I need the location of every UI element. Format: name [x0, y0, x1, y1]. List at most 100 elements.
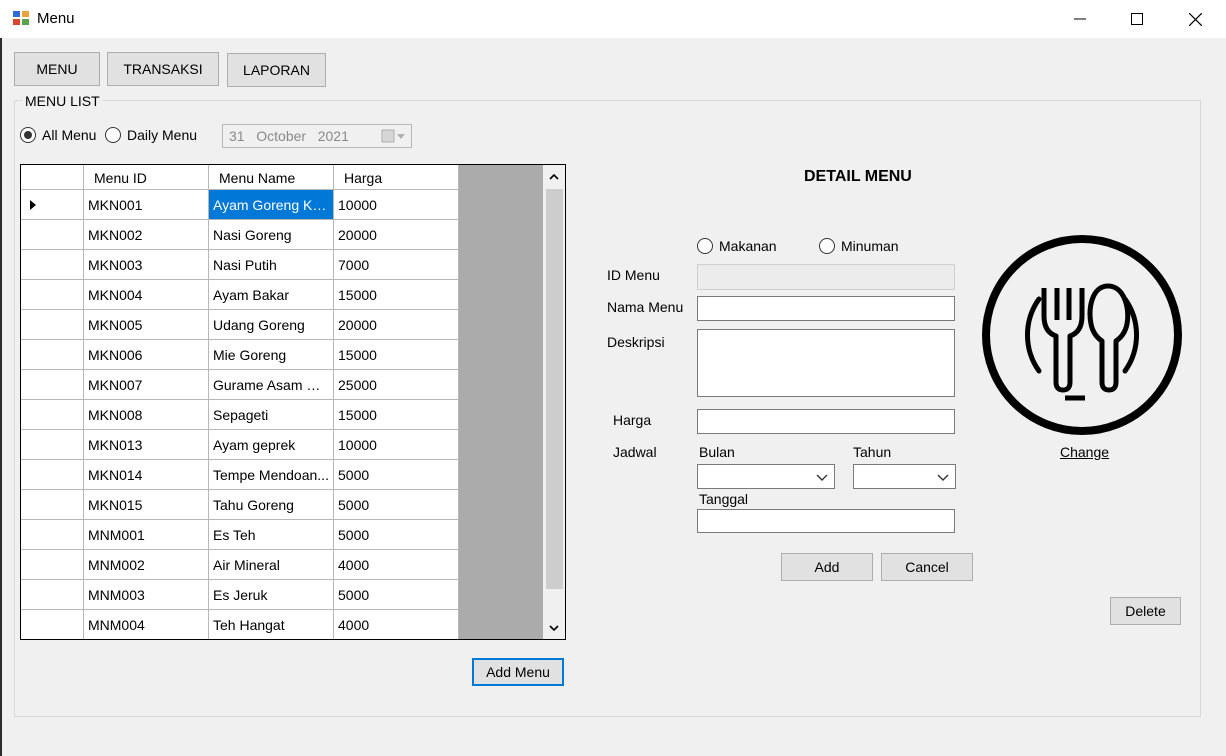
cell-menu-id[interactable]: MKN006: [84, 340, 209, 370]
harga-field[interactable]: [697, 409, 955, 434]
table-row[interactable]: MKN004 Ayam Bakar 15000: [21, 280, 459, 310]
row-header[interactable]: [21, 250, 84, 280]
table-row[interactable]: MKN003 Nasi Putih 7000: [21, 250, 459, 280]
row-header[interactable]: [21, 430, 84, 460]
all-menu-radio[interactable]: All Menu: [20, 127, 96, 143]
cell-menu-id[interactable]: MKN008: [84, 400, 209, 430]
calendar-icon[interactable]: [381, 128, 407, 144]
cell-menu-id[interactable]: MNM003: [84, 580, 209, 610]
delete-button[interactable]: Delete: [1110, 597, 1181, 625]
minuman-radio[interactable]: Minuman: [819, 238, 899, 254]
cell-menu-name[interactable]: Air Mineral: [209, 550, 334, 580]
transaksi-nav-button[interactable]: TRANSAKSI: [107, 52, 219, 86]
row-header[interactable]: [21, 400, 84, 430]
cell-menu-name[interactable]: Nasi Goreng: [209, 220, 334, 250]
table-row[interactable]: MKN005 Udang Goreng 20000: [21, 310, 459, 340]
table-row[interactable]: MNM004 Teh Hangat 4000: [21, 610, 459, 639]
row-header[interactable]: [21, 490, 84, 520]
cell-harga[interactable]: 20000: [334, 220, 459, 250]
table-row[interactable]: MKN015 Tahu Goreng 5000: [21, 490, 459, 520]
row-header[interactable]: [21, 370, 84, 400]
change-image-link[interactable]: Change: [1060, 444, 1109, 460]
table-row[interactable]: MKN013 Ayam geprek 10000: [21, 430, 459, 460]
column-header-menu-name[interactable]: Menu Name: [209, 165, 334, 190]
cell-menu-id[interactable]: MNM001: [84, 520, 209, 550]
cell-menu-name[interactable]: Es Jeruk: [209, 580, 334, 610]
maximize-button[interactable]: [1114, 0, 1160, 38]
cell-menu-name[interactable]: Ayam Goreng Kal...: [209, 190, 334, 220]
row-header[interactable]: [21, 550, 84, 580]
cell-menu-name[interactable]: Ayam Bakar: [209, 280, 334, 310]
cell-harga[interactable]: 25000: [334, 370, 459, 400]
cell-menu-id[interactable]: MNM002: [84, 550, 209, 580]
cell-harga[interactable]: 15000: [334, 280, 459, 310]
cell-menu-id[interactable]: MKN014: [84, 460, 209, 490]
row-header[interactable]: [21, 220, 84, 250]
makanan-radio[interactable]: Makanan: [697, 238, 777, 254]
cell-harga[interactable]: 10000: [334, 430, 459, 460]
cell-menu-name[interactable]: Ayam geprek: [209, 430, 334, 460]
minimize-button[interactable]: [1057, 0, 1103, 38]
cell-menu-id[interactable]: MKN005: [84, 310, 209, 340]
table-row[interactable]: MNM001 Es Teh 5000: [21, 520, 459, 550]
cell-harga[interactable]: 15000: [334, 400, 459, 430]
date-picker[interactable]: 31 October 2021: [222, 124, 412, 148]
nama-menu-field[interactable]: [697, 296, 955, 321]
row-header[interactable]: [21, 340, 84, 370]
cell-harga[interactable]: 5000: [334, 490, 459, 520]
scroll-thumb[interactable]: [546, 189, 563, 589]
table-row[interactable]: MKN008 Sepageti 15000: [21, 400, 459, 430]
tanggal-field[interactable]: [697, 509, 955, 533]
row-header[interactable]: [21, 280, 84, 310]
close-button[interactable]: [1172, 0, 1218, 38]
column-header-harga[interactable]: Harga: [334, 165, 459, 190]
cell-menu-id[interactable]: MKN015: [84, 490, 209, 520]
row-header[interactable]: [21, 610, 84, 639]
cell-harga[interactable]: 4000: [334, 550, 459, 580]
laporan-nav-button[interactable]: LAPORAN: [227, 53, 326, 87]
cell-menu-name[interactable]: Gurame Asam M...: [209, 370, 334, 400]
cell-menu-id[interactable]: MKN013: [84, 430, 209, 460]
cell-menu-name[interactable]: Nasi Putih: [209, 250, 334, 280]
scroll-down-button[interactable]: [543, 617, 565, 639]
row-header[interactable]: [21, 460, 84, 490]
row-header[interactable]: [21, 310, 84, 340]
add-button[interactable]: Add: [781, 553, 873, 581]
table-row[interactable]: MKN014 Tempe Mendoan... 5000: [21, 460, 459, 490]
table-row[interactable]: MNM002 Air Mineral 4000: [21, 550, 459, 580]
cell-menu-id[interactable]: MNM004: [84, 610, 209, 639]
table-row[interactable]: MKN001 Ayam Goreng Kal... 10000: [21, 190, 459, 220]
table-row[interactable]: MKN006 Mie Goreng 15000: [21, 340, 459, 370]
cell-menu-id[interactable]: MKN004: [84, 280, 209, 310]
cell-harga[interactable]: 20000: [334, 310, 459, 340]
cell-harga[interactable]: 15000: [334, 340, 459, 370]
title-bar[interactable]: Menu: [0, 0, 1226, 38]
menu-grid[interactable]: Menu ID Menu Name Harga MKN001 Ayam Goren…: [20, 164, 566, 640]
deskripsi-field[interactable]: [697, 329, 955, 397]
cell-menu-id[interactable]: MKN003: [84, 250, 209, 280]
tahun-select[interactable]: [853, 464, 956, 489]
cell-harga[interactable]: 5000: [334, 520, 459, 550]
cell-menu-name[interactable]: Tempe Mendoan...: [209, 460, 334, 490]
cell-menu-name[interactable]: Teh Hangat: [209, 610, 334, 639]
cell-menu-name[interactable]: Sepageti: [209, 400, 334, 430]
row-header[interactable]: [21, 190, 84, 220]
bulan-select[interactable]: [697, 464, 835, 489]
scroll-up-button[interactable]: [543, 165, 565, 187]
cell-harga[interactable]: 7000: [334, 250, 459, 280]
table-row[interactable]: MKN002 Nasi Goreng 20000: [21, 220, 459, 250]
cell-harga[interactable]: 5000: [334, 580, 459, 610]
row-header[interactable]: [21, 580, 84, 610]
cell-harga[interactable]: 10000: [334, 190, 459, 220]
menu-nav-button[interactable]: MENU: [14, 52, 100, 86]
cell-menu-id[interactable]: MKN001: [84, 190, 209, 220]
cell-harga[interactable]: 5000: [334, 460, 459, 490]
cell-menu-name[interactable]: Tahu Goreng: [209, 490, 334, 520]
cell-harga[interactable]: 4000: [334, 610, 459, 639]
cell-menu-id[interactable]: MKN007: [84, 370, 209, 400]
vertical-scrollbar[interactable]: [543, 165, 565, 639]
cell-menu-name[interactable]: Udang Goreng: [209, 310, 334, 340]
table-row[interactable]: MNM003 Es Jeruk 5000: [21, 580, 459, 610]
add-menu-button[interactable]: Add Menu: [472, 658, 564, 686]
cell-menu-name[interactable]: Es Teh: [209, 520, 334, 550]
